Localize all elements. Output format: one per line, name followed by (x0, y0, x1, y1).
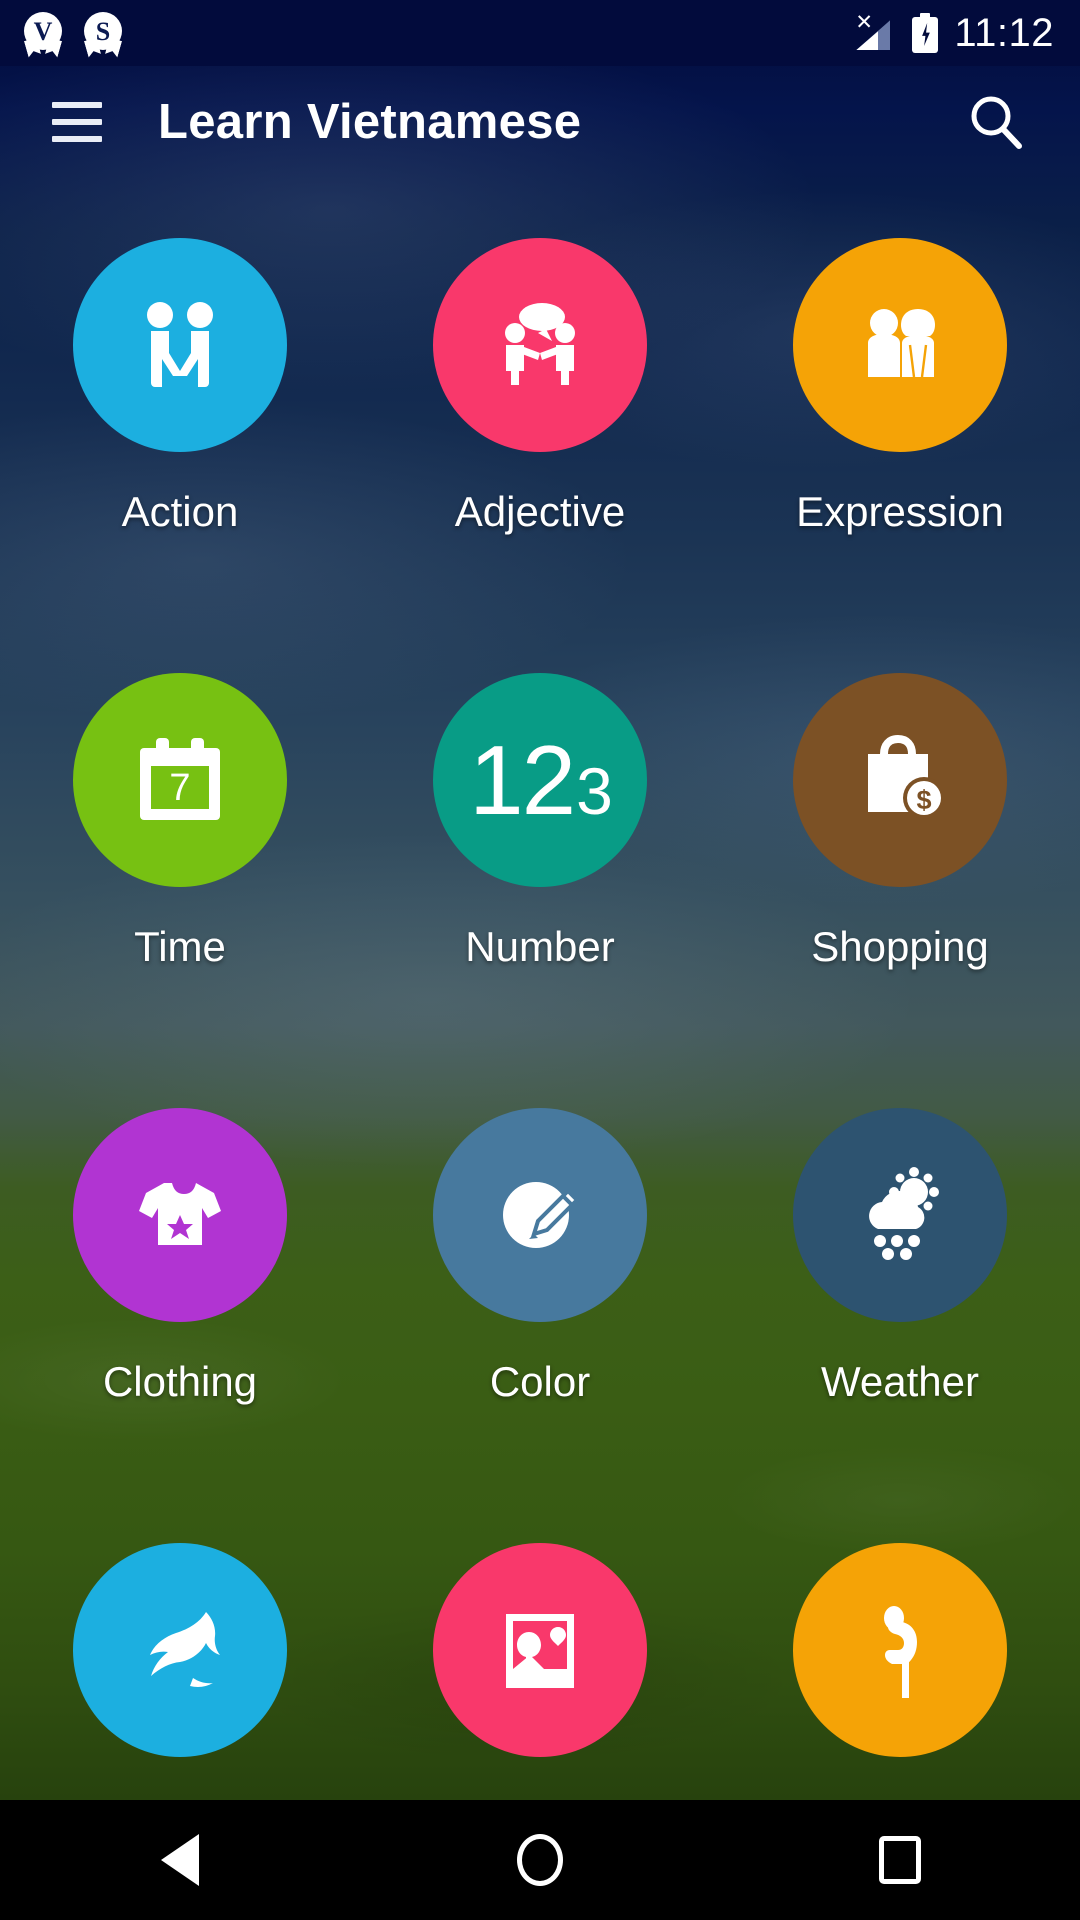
category-circle-number[interactable]: 12 3 (433, 673, 647, 887)
battery-charging-icon (912, 13, 939, 53)
notification-badge-s-letter: S (95, 16, 111, 46)
category-circle-shopping[interactable]: $ (793, 673, 1007, 887)
category-item-shopping[interactable]: $ Shopping (720, 631, 1080, 1066)
category-label-adjective: Adjective (454, 488, 626, 535)
dolphin-icon (150, 1612, 220, 1687)
category-circle-expression[interactable] (793, 238, 1007, 452)
home-circle-icon[interactable] (465, 1800, 615, 1920)
back-triangle-icon[interactable] (105, 1800, 255, 1920)
calendar-icon: 7 (140, 738, 220, 820)
category-item-color[interactable]: Color (360, 1066, 720, 1501)
category-item-time[interactable]: 7 Time (0, 631, 360, 1066)
shopping-bag-dollar-icon: $ (868, 734, 945, 819)
notification-icons: V S (0, 10, 126, 56)
status-bar-clock: 11:12 (954, 11, 1054, 55)
numbers-small: 3 (576, 754, 613, 828)
app-bar: Learn Vietnamese (0, 66, 1080, 178)
couple-icon (868, 309, 935, 378)
category-item-weather[interactable]: Weather (720, 1066, 1080, 1501)
category-item-clothing[interactable]: Clothing (0, 1066, 360, 1501)
category-circle-adjective[interactable] (433, 238, 647, 452)
handshake-icon (147, 302, 213, 387)
category-item-action[interactable]: Action (0, 196, 360, 631)
category-circle-color[interactable] (433, 1108, 647, 1322)
recents-square-icon[interactable] (825, 1800, 975, 1920)
category-label-color: Color (489, 1358, 591, 1405)
svg-text:7: 7 (169, 767, 190, 809)
status-bar-right: ✕ 11:12 (854, 11, 1080, 55)
landscape-photo-icon (506, 1614, 574, 1688)
category-circle-nature[interactable] (433, 1543, 647, 1757)
category-item-number[interactable]: 12 3 Number (360, 631, 720, 1066)
notification-badge-v-letter: V (33, 16, 53, 46)
category-circle-clothing[interactable] (73, 1108, 287, 1322)
category-label-time: Time (134, 923, 226, 970)
people-talking-icon (505, 303, 575, 385)
numbers-123-icon: 12 3 (469, 725, 613, 835)
category-item-expression[interactable]: Expression (720, 196, 1080, 631)
android-nav-bar (0, 1800, 1080, 1920)
signal-no-service-icon: ✕ (854, 12, 896, 53)
page-title: Learn Vietnamese (158, 95, 582, 149)
category-label-number: Number (465, 923, 615, 970)
hamburger-menu-icon[interactable] (34, 79, 120, 165)
category-label-clothing: Clothing (102, 1358, 258, 1405)
category-circle-action[interactable] (73, 238, 287, 452)
numbers-large: 12 (469, 725, 576, 835)
sun-cloud-snow-icon (869, 1167, 939, 1260)
category-label-action: Action (121, 488, 239, 535)
svg-text:$: $ (916, 785, 931, 815)
search-icon[interactable] (956, 82, 1036, 162)
category-item-adjective[interactable]: Adjective (360, 196, 720, 631)
palette-pencil-icon (503, 1182, 580, 1248)
category-label-shopping: Shopping (811, 923, 989, 970)
category-circle-time[interactable]: 7 (73, 673, 287, 887)
person-bending-icon (884, 1606, 917, 1698)
notification-badge-v-icon: V (20, 10, 66, 56)
category-circle-weather[interactable] (793, 1108, 1007, 1322)
category-label-expression: Expression (796, 488, 1004, 535)
category-grid: Action Adjective Expression 7 Time 12 3 … (0, 196, 1080, 1920)
tshirt-star-icon (139, 1183, 221, 1245)
category-circle-body[interactable] (793, 1543, 1007, 1757)
category-label-weather: Weather (821, 1358, 979, 1405)
status-bar: V S ✕ 11:12 (0, 0, 1080, 66)
notification-badge-s-icon: S (80, 10, 126, 56)
category-circle-animal[interactable] (73, 1543, 287, 1757)
